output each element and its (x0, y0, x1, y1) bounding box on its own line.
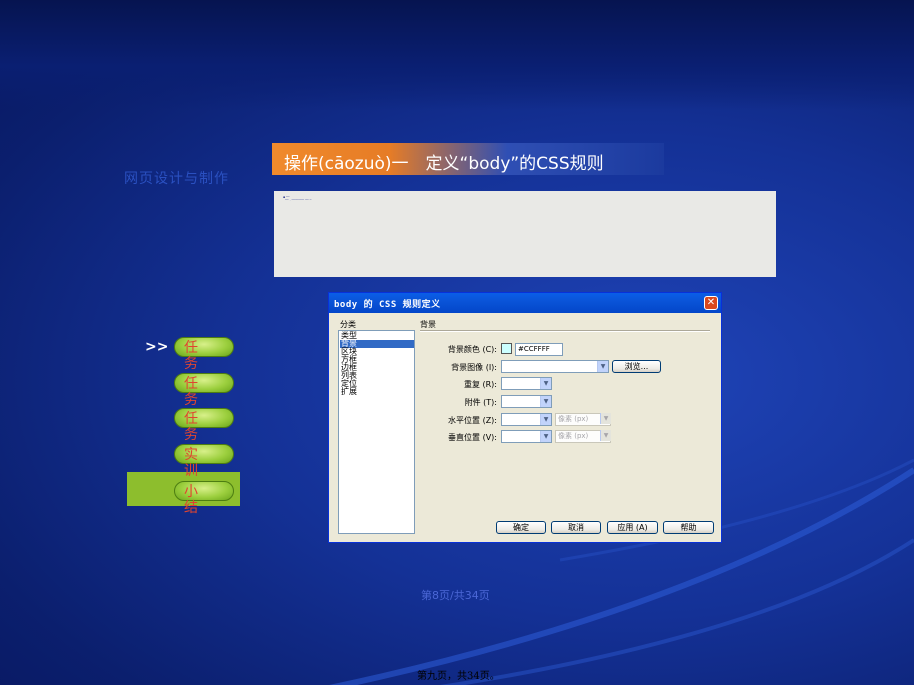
content-panel: ▪ ── ── · ─────── ── ─ (274, 191, 776, 277)
dialog-title: body 的 CSS 规则定义 (334, 300, 441, 310)
vpos-select[interactable]: ▼ (501, 430, 552, 443)
chevron-down-icon[interactable]: ▼ (597, 361, 608, 372)
top-band (0, 0, 914, 110)
page-indicator: 第8页/共34页 (421, 589, 490, 602)
css-rule-dialog: body 的 CSS 规则定义 ✕ 分类 类型 背景 区块 方框 边框 列表 定… (328, 292, 722, 543)
apply-button[interactable]: 应用 (A) (607, 521, 658, 534)
panel-text-line: ── · ─────── ── ─ (285, 198, 312, 202)
page-footer: 第九页，共34页。 (417, 671, 500, 682)
cancel-button[interactable]: 取消 (551, 521, 601, 534)
dialog-titlebar[interactable]: body 的 CSS 规则定义 ✕ (329, 293, 721, 313)
chevron-down-icon: ▼ (600, 430, 611, 441)
hpos-label: 水平位置 (Z): (448, 416, 497, 425)
nav-button-summary[interactable] (174, 481, 234, 501)
category-list[interactable]: 类型 背景 区块 方框 边框 列表 定位 扩展 (338, 330, 415, 534)
bg-image-select[interactable]: ▼ (501, 360, 609, 373)
chevron-down-icon[interactable]: ▼ (540, 378, 551, 389)
chevron-down-icon[interactable]: ▼ (540, 414, 551, 425)
nav-button-task1[interactable] (174, 337, 234, 357)
chevron-down-icon[interactable]: ▼ (540, 396, 551, 407)
nav-current-arrow-icon: >> (145, 339, 169, 355)
chevron-down-icon: ▼ (600, 413, 611, 424)
nav-label-summary[interactable]: 小结 (184, 484, 198, 516)
color-picker-swatch[interactable] (501, 343, 512, 354)
category-item-extensions[interactable]: 扩展 (340, 388, 414, 396)
nav-button-task3[interactable] (174, 408, 234, 428)
attachment-label: 附件 (T): (464, 398, 497, 407)
nav-button-practice[interactable] (174, 444, 234, 464)
nav-button-task2[interactable] (174, 373, 234, 393)
bg-image-label: 背景图像 (I): (451, 363, 497, 372)
nav-label-practice[interactable]: 实训 (184, 447, 198, 479)
close-icon[interactable]: ✕ (704, 296, 718, 310)
vpos-label: 垂直位置 (V): (448, 433, 497, 442)
category-label: 分类 (340, 320, 356, 329)
chevron-down-icon[interactable]: ▼ (540, 431, 551, 442)
faint-course-title: 网页设计与制作 (124, 171, 229, 187)
slide-title: 操作(cāozuò)一 定义“body”的CSS规则 (284, 154, 604, 174)
section-divider (420, 330, 710, 332)
section-label: 背景 (420, 320, 436, 329)
repeat-label: 重复 (R): (463, 380, 497, 389)
bg-color-input[interactable]: #CCFFFF (515, 343, 563, 356)
browse-button[interactable]: 浏览... (612, 360, 661, 373)
attachment-select[interactable]: ▼ (501, 395, 552, 408)
repeat-select[interactable]: ▼ (501, 377, 552, 390)
ok-button[interactable]: 确定 (496, 521, 546, 534)
help-button[interactable]: 帮助 (663, 521, 714, 534)
hpos-select[interactable]: ▼ (501, 413, 552, 426)
bg-color-label: 背景颜色 (C): (447, 345, 497, 354)
